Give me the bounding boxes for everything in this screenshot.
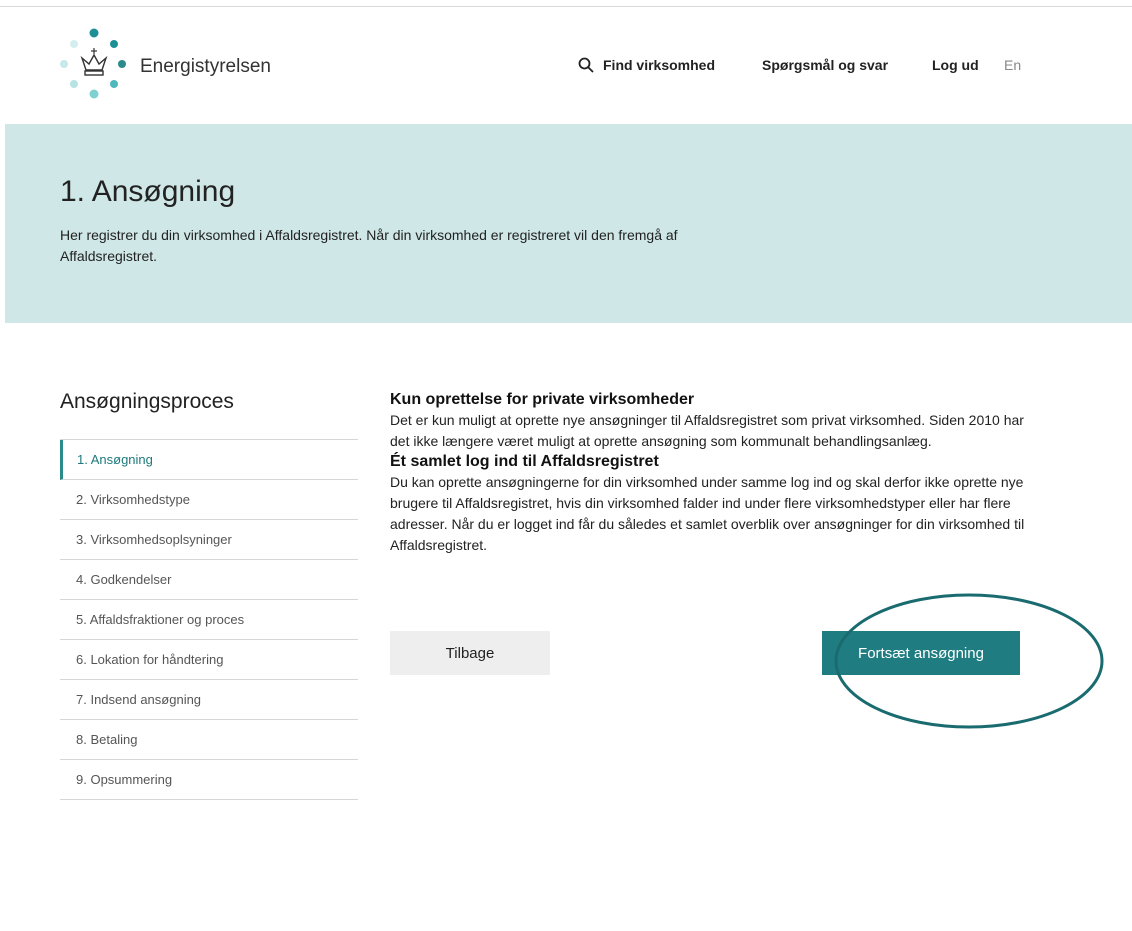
logo[interactable]: Energistyrelsen [58, 28, 278, 100]
hero-banner: 1. Ansøgning Her registrer du din virkso… [5, 124, 1132, 323]
page-title: 1. Ansøgning [60, 175, 236, 208]
step-item-summary[interactable]: 9. Opsummering [60, 760, 358, 800]
crown-logo-icon [60, 28, 126, 99]
nav-find-company-label: Find virksomhed [603, 57, 716, 73]
process-steps-list: 1. Ansøgning 2. Virksomhedstype 3. Virks… [60, 439, 358, 800]
hero-description: Her registrer du din virksomhed i Affald… [60, 227, 678, 264]
step-item-company-type[interactable]: 2. Virksomhedstype [60, 480, 358, 520]
section-text-private: Det er kun muligt at oprette nye ansøgni… [390, 412, 1024, 449]
top-rule [0, 6, 1132, 7]
step-item-submit[interactable]: 7. Indsend ansøgning [60, 680, 358, 720]
section-heading-login: Ét samlet log ind til Affaldsregistret [390, 453, 659, 470]
step-item-application[interactable]: 1. Ansøgning [60, 440, 358, 480]
nav-faq-link[interactable]: Spørgsmål og svar [762, 57, 888, 73]
highlight-ring-annotation [834, 593, 1104, 729]
step-item-approvals[interactable]: 4. Godkendelser [60, 560, 358, 600]
sidebar-title: Ansøgningsproces [60, 390, 234, 413]
step-item-company-info[interactable]: 3. Virksomhedsoplsyninger [60, 520, 358, 560]
nav-find-company[interactable]: Find virksomhed [578, 57, 715, 73]
step-item-location[interactable]: 6. Lokation for håndtering [60, 640, 358, 680]
logo-text: Energistyrelsen [140, 56, 271, 77]
main-content: Kun oprettelse for private virksomheder … [390, 390, 1030, 556]
section-text-login: Du kan oprette ansøgningerne for din vir… [390, 474, 1025, 553]
step-item-payment[interactable]: 8. Betaling [60, 720, 358, 760]
nav-language-link[interactable]: En [1004, 57, 1021, 73]
section-heading-private: Kun oprettelse for private virksomheder [390, 391, 695, 408]
step-item-waste-fractions[interactable]: 5. Affaldsfraktioner og proces [60, 600, 358, 640]
search-icon [578, 57, 594, 73]
nav-logout-link[interactable]: Log ud [932, 57, 979, 73]
back-button[interactable]: Tilbage [390, 631, 550, 675]
